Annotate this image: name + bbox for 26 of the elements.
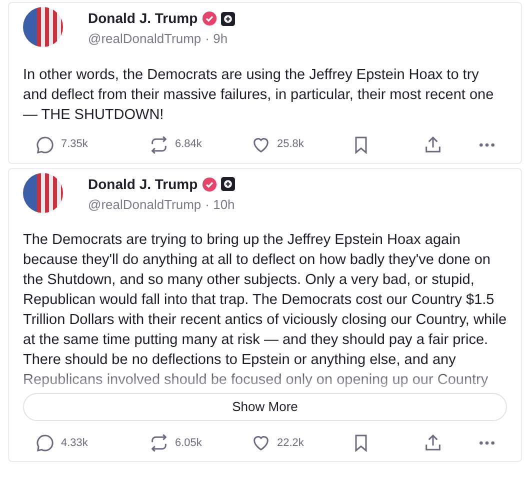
reply-count: 4.33k xyxy=(61,436,88,451)
author-handle[interactable]: @realDonaldTrump xyxy=(88,194,202,214)
like-count: 22.2k xyxy=(277,436,304,451)
post-time: · 9h xyxy=(205,30,228,48)
post-text: In other words, the Democrats are using the Jeffrey Epstein Hoax to try and deflect from their massive failures, in particular, their most recent one — THE SHUTDOWN! xyxy=(23,66,495,124)
author-name[interactable]: Donald J. Trump xyxy=(88,174,198,194)
share-icon[interactable] xyxy=(423,433,443,453)
repost-icon[interactable] xyxy=(149,134,169,154)
like-count: 25.8k xyxy=(277,137,304,152)
avatar[interactable] xyxy=(23,7,63,47)
repost-count: 6.84k xyxy=(175,137,202,152)
post-text: The Democrats are trying to bring up the Jeffrey Epstein Hoax again because they'll do anything at all to deflect on how badly they've done on the Shutdown, and so many other subjects. Only a very bad, or stupid, Republican would fall into that trap. The Democrats cost our Country $1.5 Trillion Dollars with their recent antics of viciously closing our Country, while at the same time putting many at risk — and they should pay a fair price. There should be no deflections to Epstein or anything else, and any Republicans involved should be focused only on opening up our Country xyxy=(23,231,507,390)
share-icon[interactable] xyxy=(423,134,443,154)
author-name[interactable]: Donald J. Trump xyxy=(88,8,198,29)
repost-count: 6.05k xyxy=(175,436,202,451)
avatar[interactable] xyxy=(23,172,63,212)
show-more-button[interactable]: Show More xyxy=(23,393,507,421)
like-icon[interactable] xyxy=(251,433,271,453)
plus-badge-icon xyxy=(220,177,235,191)
reply-icon[interactable] xyxy=(35,433,55,453)
reply-icon[interactable] xyxy=(35,134,55,154)
post-time: · 10h xyxy=(205,196,235,214)
repost-icon[interactable] xyxy=(149,433,169,453)
reply-count: 7.35k xyxy=(61,137,88,152)
author-handle[interactable]: @realDonaldTrump xyxy=(88,29,202,48)
plus-badge-icon xyxy=(220,12,235,26)
